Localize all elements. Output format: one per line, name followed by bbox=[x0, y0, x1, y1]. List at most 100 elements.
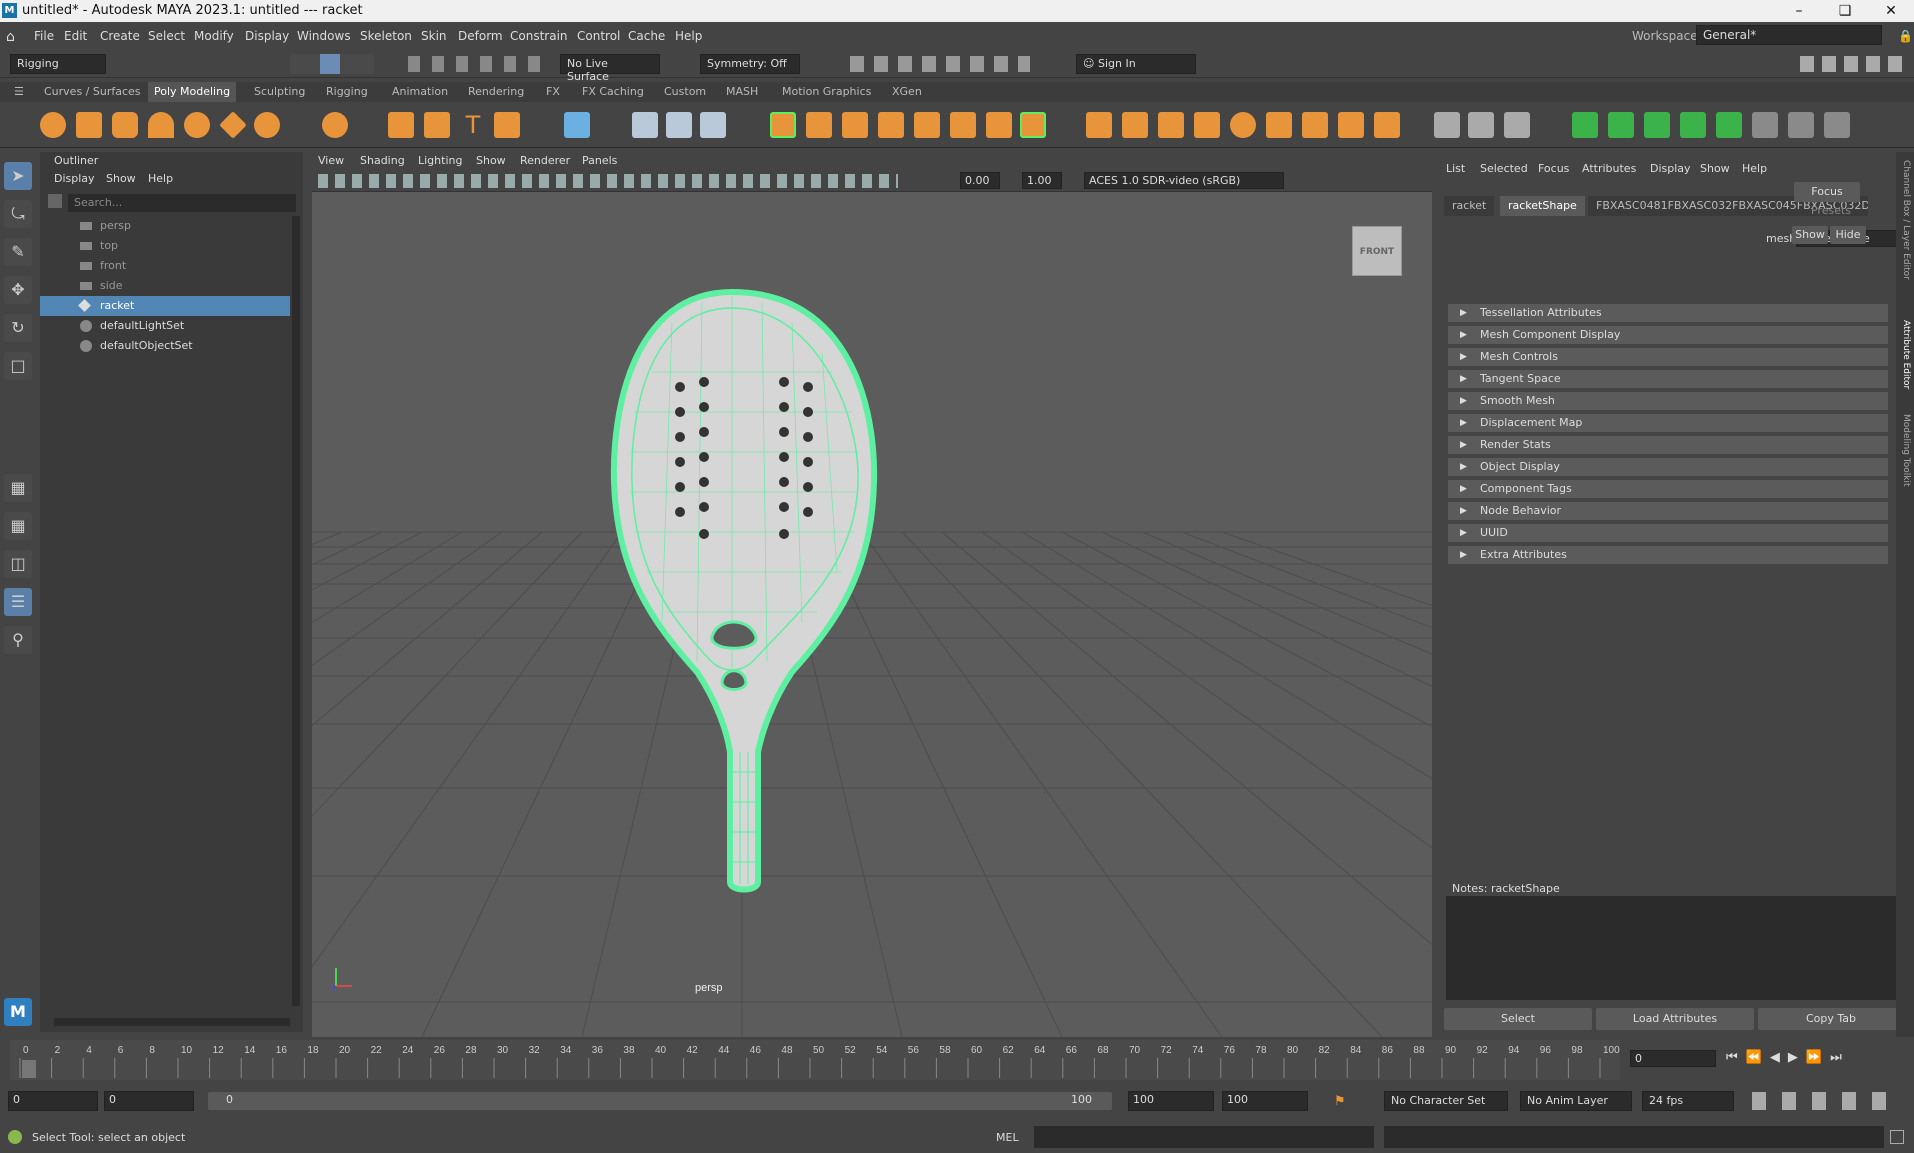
exposure-field[interactable]: 0.00 bbox=[960, 172, 1000, 189]
bevel-icon[interactable] bbox=[1122, 112, 1148, 138]
vp-menu-panels[interactable]: Panels bbox=[582, 154, 617, 167]
vp-menu-lighting[interactable]: Lighting bbox=[418, 154, 462, 167]
attr-menu-show[interactable]: Show bbox=[1700, 162, 1730, 175]
uv-editor-icon[interactable] bbox=[564, 112, 590, 138]
two-view-icon[interactable]: ◫ bbox=[4, 550, 32, 578]
reduce-icon[interactable] bbox=[914, 112, 940, 138]
close-icon[interactable]: ✕ bbox=[1868, 0, 1914, 22]
svg-icon[interactable] bbox=[494, 112, 520, 138]
combine-icon[interactable] bbox=[770, 112, 796, 138]
command-input[interactable] bbox=[1034, 1126, 1374, 1148]
type-icon[interactable]: T bbox=[460, 112, 486, 138]
shelf-tab-poly-modeling[interactable]: Poly Modeling bbox=[148, 82, 237, 102]
uv-layout-icon[interactable] bbox=[1752, 112, 1778, 138]
append-icon[interactable] bbox=[1158, 112, 1184, 138]
snap-icons[interactable] bbox=[408, 56, 548, 72]
platonic-solid-icon[interactable] bbox=[322, 112, 348, 138]
copy-tab-button[interactable]: Copy Tab bbox=[1758, 1008, 1904, 1030]
time-ruler[interactable]: 0 2 4 6 8 10 12 14 16 18 20 22 24 26 28 30 32 34 36 38 40 42 4… bbox=[10, 1040, 1620, 1080]
vp-menu-shading[interactable]: Shading bbox=[360, 154, 405, 167]
poly-torus-icon[interactable] bbox=[184, 112, 210, 138]
menu-constrain[interactable]: Constrain bbox=[510, 29, 568, 43]
attr-menu-selected[interactable]: Selected bbox=[1480, 162, 1528, 175]
move-tool-icon[interactable]: ✥ bbox=[4, 276, 32, 304]
selection-mode-icons[interactable] bbox=[290, 54, 374, 74]
extract-icon[interactable] bbox=[842, 112, 868, 138]
single-view-icon[interactable]: ▦ bbox=[4, 474, 32, 502]
anim-layer-dropdown[interactable]: No Anim Layer bbox=[1520, 1091, 1632, 1111]
start-frame-field[interactable]: 0 bbox=[8, 1091, 98, 1111]
outliner-layout-icon[interactable]: ☰ bbox=[4, 588, 32, 616]
menu-file[interactable]: File bbox=[34, 29, 54, 43]
script-language-label[interactable]: MEL bbox=[996, 1131, 1019, 1144]
menu-select[interactable]: Select bbox=[148, 29, 185, 43]
menu-set-dropdown[interactable]: Rigging bbox=[10, 54, 106, 74]
section-extra-attributes[interactable]: ▶ Extra Attributes bbox=[1448, 546, 1888, 564]
color-space-dropdown[interactable]: ACES 1.0 SDR-video (sRGB) bbox=[1084, 172, 1284, 189]
home-icon[interactable]: ⌂ bbox=[6, 29, 15, 45]
file-toolbar-icons[interactable] bbox=[132, 56, 242, 72]
shelf-tab-motion-graphics[interactable]: Motion Graphics bbox=[782, 85, 871, 98]
make-hole-icon[interactable] bbox=[1230, 112, 1256, 138]
outliner-search-input[interactable]: Search... bbox=[68, 194, 296, 212]
vp-menu-renderer[interactable]: Renderer bbox=[520, 154, 570, 167]
hide-button[interactable]: Hide bbox=[1830, 226, 1866, 244]
uv-camera-icon[interactable] bbox=[1716, 112, 1742, 138]
anim-start-field[interactable]: 0 bbox=[104, 1091, 194, 1111]
section-tessellation[interactable]: ▶ Tessellation Attributes bbox=[1448, 304, 1888, 322]
poly-cone-icon[interactable] bbox=[148, 112, 174, 138]
four-view-icon[interactable]: ▦ bbox=[4, 512, 32, 540]
bridge-icon[interactable] bbox=[1020, 112, 1046, 138]
shelf-tab-curves[interactable]: Curves / Surfaces bbox=[44, 85, 141, 98]
pivot-icon[interactable] bbox=[632, 112, 658, 138]
live-surface-field[interactable]: No Live Surface bbox=[560, 54, 660, 83]
snap-together-icon[interactable] bbox=[666, 112, 692, 138]
menu-display[interactable]: Display bbox=[245, 29, 289, 43]
shelf-tab-mash[interactable]: MASH bbox=[726, 85, 758, 98]
outliner-vscroll[interactable] bbox=[292, 216, 300, 1006]
section-smooth-mesh[interactable]: ▶ Smooth Mesh bbox=[1448, 392, 1888, 410]
attr-menu-display[interactable]: Display bbox=[1650, 162, 1691, 175]
search-icon[interactable]: ⚲ bbox=[4, 626, 32, 654]
scale-tool-icon[interactable]: □ bbox=[4, 352, 32, 380]
multi-cut-icon[interactable] bbox=[1434, 112, 1460, 138]
outliner-item-persp[interactable]: persp bbox=[40, 216, 290, 236]
select-button[interactable]: Select bbox=[1444, 1008, 1592, 1030]
anim-end-field[interactable]: 100 bbox=[1128, 1091, 1214, 1111]
menu-create[interactable]: Create bbox=[100, 29, 140, 43]
attr-menu-focus[interactable]: Focus bbox=[1538, 162, 1569, 175]
shelf-tab-rendering[interactable]: Rendering bbox=[468, 85, 524, 98]
symmetry-dropdown[interactable]: Symmetry: Off bbox=[700, 54, 800, 74]
viewport-tool-icons[interactable] bbox=[318, 174, 898, 188]
merge-icon[interactable] bbox=[1302, 112, 1328, 138]
collapse-icon[interactable] bbox=[1266, 112, 1292, 138]
paint-select-icon[interactable]: ✎ bbox=[4, 238, 32, 266]
shelf-tab-animation[interactable]: Animation bbox=[392, 85, 448, 98]
sweep-mesh-icon[interactable] bbox=[424, 112, 450, 138]
menu-skeleton[interactable]: Skeleton bbox=[360, 29, 412, 43]
presets-button[interactable]: Presets bbox=[1798, 204, 1864, 217]
notes-textarea[interactable] bbox=[1446, 896, 1898, 1000]
separate-icon[interactable] bbox=[806, 112, 832, 138]
attr-tab-racket-shape[interactable]: racketShape bbox=[1500, 196, 1585, 216]
section-component-tags[interactable]: ▶ Component Tags bbox=[1448, 480, 1888, 498]
extrude-icon[interactable] bbox=[1086, 112, 1112, 138]
attr-menu-help[interactable]: Help bbox=[1742, 162, 1767, 175]
minimize-icon[interactable]: – bbox=[1776, 0, 1822, 22]
lock-icon[interactable]: 🔒 bbox=[1898, 29, 1913, 43]
outliner-item-default-object-set[interactable]: defaultObjectSet bbox=[40, 336, 290, 356]
connect-icon[interactable] bbox=[1374, 112, 1400, 138]
range-bar[interactable]: 0 100 bbox=[208, 1092, 1112, 1110]
shelf-menu-icon[interactable]: ☰ bbox=[14, 85, 24, 98]
playback-controls[interactable]: ⏮⏪◀▶⏩⏭ bbox=[1726, 1050, 1906, 1068]
outliner-menu-help[interactable]: Help bbox=[148, 172, 173, 185]
target-weld-icon[interactable] bbox=[1468, 112, 1494, 138]
menu-cache[interactable]: Cache bbox=[628, 29, 665, 43]
circularize-icon[interactable] bbox=[1338, 112, 1364, 138]
boolean-icon[interactable] bbox=[986, 112, 1012, 138]
vp-menu-show[interactable]: Show bbox=[476, 154, 506, 167]
script-editor-icon[interactable] bbox=[1890, 1130, 1904, 1144]
uv-sew-icon[interactable] bbox=[1788, 112, 1814, 138]
menu-edit[interactable]: Edit bbox=[64, 29, 87, 43]
rotate-tool-icon[interactable]: ↻ bbox=[4, 314, 32, 342]
